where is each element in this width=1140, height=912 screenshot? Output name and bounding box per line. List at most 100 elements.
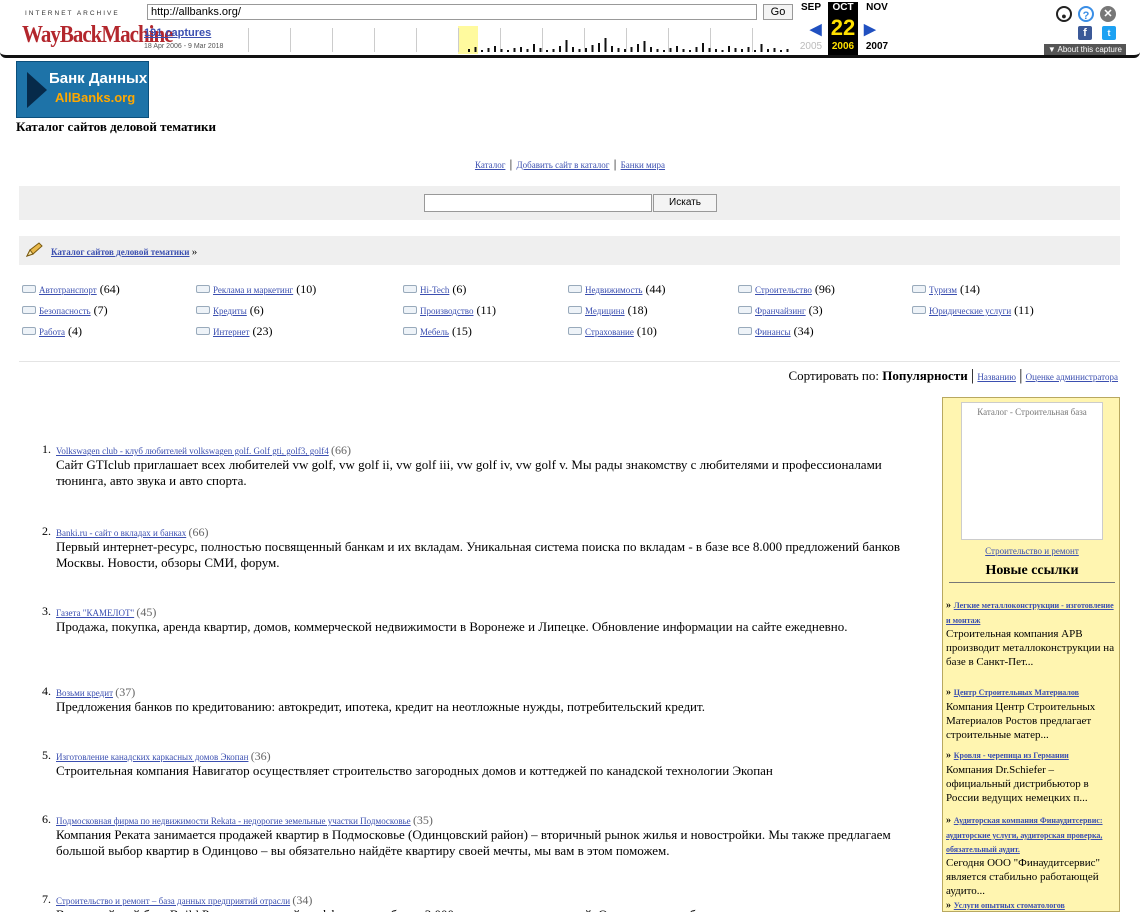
category-link[interactable]: Медицина xyxy=(585,306,625,316)
list-item-description: Первый интернет-ресурс, полностью посвящ… xyxy=(56,539,901,570)
prev-capture-arrow-icon[interactable]: ◀ xyxy=(810,20,822,38)
category-item: Интернет (23) xyxy=(196,324,273,339)
nav-catalog[interactable]: Каталог xyxy=(475,160,505,170)
category-link[interactable]: Кредиты xyxy=(213,306,247,316)
category-arrow-icon xyxy=(22,285,36,294)
category-count: (11) xyxy=(1014,303,1034,317)
sparkline-year-tick xyxy=(626,28,627,52)
list-item-link[interactable]: Возьми кредит xyxy=(56,688,113,698)
wayback-logo[interactable]: INTERNET ARCHIVE WayBackMachine xyxy=(22,6,174,48)
category-link[interactable]: Реклама и маркетинг xyxy=(213,285,293,295)
list-item-link[interactable]: Газета "КАМЕЛОТ" xyxy=(56,608,134,618)
category-item: Медицина (18) xyxy=(568,303,648,318)
close-icon[interactable]: ✕ xyxy=(1100,6,1116,22)
list-item-count: (66) xyxy=(188,525,209,539)
category-link[interactable]: Мебель xyxy=(420,327,449,337)
search-button[interactable]: Искать xyxy=(653,194,717,212)
pencil-icon xyxy=(26,242,43,257)
category-arrow-icon xyxy=(403,327,417,336)
category-link[interactable]: Туризм xyxy=(929,285,957,295)
list-item-header: Газета "КАМЕЛОТ" (45) xyxy=(56,605,156,620)
account-icon[interactable]: ● xyxy=(1056,6,1072,22)
sparkline-bar xyxy=(578,49,581,52)
sidebar-link-bullet: » xyxy=(946,687,951,698)
wayback-url-input[interactable]: http://allbanks.org/ xyxy=(147,4,757,20)
next-month[interactable]: NOV xyxy=(862,2,892,13)
sidebar-link-description: Сегодня ООО "Финаудитсервис" является ст… xyxy=(946,857,1101,897)
sparkline-bar xyxy=(604,38,607,52)
list-item-link[interactable]: Подмосковная фирма по недвижимости Rekat… xyxy=(56,816,411,826)
list-item-link[interactable]: Строительство и ремонт – база данных пре… xyxy=(56,896,290,906)
sidebar-link[interactable]: Услуги опытных стоматологов xyxy=(954,901,1065,910)
sparkline-bar xyxy=(546,50,548,52)
sparkline-bar xyxy=(598,43,600,52)
wayback-captures-link[interactable]: 191 captures xyxy=(144,27,211,39)
category-arrow-icon xyxy=(568,285,582,294)
next-capture-arrow-icon[interactable]: ▶ xyxy=(864,20,876,38)
category-count: (4) xyxy=(68,324,82,338)
sparkline-year-tick xyxy=(290,28,291,52)
sort-active: Популярности xyxy=(882,368,968,383)
prev-year[interactable]: 2005 xyxy=(796,41,826,52)
category-link[interactable]: Строительство xyxy=(755,285,812,295)
wayback-capture-sparkline[interactable] xyxy=(240,26,795,54)
sparkline-bar xyxy=(773,48,776,52)
category-item: Недвижимость (44) xyxy=(568,282,666,297)
category-item: Страхование (10) xyxy=(568,324,657,339)
list-item-link[interactable]: Изготовление канадских каркасных домов Э… xyxy=(56,752,248,762)
list-item-number: 5. xyxy=(42,748,51,762)
list-item-description: Предложения банков по кредитованию: авто… xyxy=(56,699,705,714)
category-link[interactable]: Страхование xyxy=(585,327,634,337)
list-item-link[interactable]: Banki.ru - сайт о вкладах и банках xyxy=(56,528,186,538)
category-link[interactable]: Автотранспорт xyxy=(39,285,97,295)
list-item-link[interactable]: Volkswagen club - клуб любителей volkswa… xyxy=(56,446,329,456)
sidebar-link[interactable]: Легкие металлоконструкции - изготовление… xyxy=(946,601,1114,625)
sidebar-link[interactable]: Центр Строительных Материалов xyxy=(954,688,1079,697)
sort-by-admin-rating[interactable]: Оценке администратора xyxy=(1026,372,1118,382)
category-link[interactable]: Финансы xyxy=(755,327,791,337)
list-item-header: Строительство и ремонт – база данных пре… xyxy=(56,893,312,908)
category-link[interactable]: Hi-Tech xyxy=(420,285,449,295)
sparkline-bar xyxy=(767,49,769,52)
search-input[interactable] xyxy=(424,194,652,212)
category-link[interactable]: Юридические услуги xyxy=(929,306,1011,316)
sort-separator: | xyxy=(970,367,975,384)
category-link[interactable]: Франчайзинг xyxy=(755,306,806,316)
logo-line2: AllBanks.org xyxy=(55,90,136,105)
site-logo[interactable]: Банк Данных AllBanks.org xyxy=(16,61,149,118)
wayback-right-controls: ● ? ✕ f t ▼ About this capture xyxy=(1006,4,1126,56)
site-subtitle: Каталог сайтов деловой тематики xyxy=(16,119,217,134)
facebook-icon[interactable]: f xyxy=(1078,26,1092,40)
help-icon[interactable]: ? xyxy=(1078,6,1094,22)
sort-by-name[interactable]: Названию xyxy=(977,372,1016,382)
category-arrow-icon xyxy=(912,306,926,315)
wayback-go-button[interactable]: Go xyxy=(763,4,793,20)
twitter-icon[interactable]: t xyxy=(1102,26,1116,40)
sparkline-bar xyxy=(617,48,620,52)
wayback-calendar-nav: SEP OCT NOV ◀ 22 ▶ 2005 2006 2007 xyxy=(796,0,896,56)
sidebar-link-bullet: » xyxy=(946,900,951,911)
category-link[interactable]: Безопасность xyxy=(39,306,91,316)
breadcrumb-link[interactable]: Каталог сайтов деловой тематики xyxy=(51,247,190,257)
nav-world-banks[interactable]: Банки мира xyxy=(621,160,665,170)
sidebar-link-description: Строительная компания АРВ производит мет… xyxy=(946,628,1115,668)
category-item: Финансы (34) xyxy=(738,324,814,339)
prev-month[interactable]: SEP xyxy=(796,2,826,13)
category-link[interactable]: Работа xyxy=(39,327,65,337)
category-arrow-icon xyxy=(912,285,926,294)
nav-add-site[interactable]: Добавить сайт в каталог xyxy=(517,160,610,170)
sidebar-image-placeholder[interactable]: Каталог - Строительная база xyxy=(961,402,1103,540)
sidebar-link-item: » Аудиторская компания Финаудитсервис: а… xyxy=(946,813,1118,898)
sidebar-image-link[interactable]: Строительство и ремонт xyxy=(943,546,1119,556)
sparkline-bar xyxy=(572,47,574,52)
next-year[interactable]: 2007 xyxy=(862,41,892,52)
sidebar-link[interactable]: Аудиторская компания Финаудитсервис: ауд… xyxy=(946,816,1103,854)
list-item-description: Строительная компания Навигатор осуществ… xyxy=(56,763,773,778)
category-link[interactable]: Недвижимость xyxy=(585,285,643,295)
sidebar-link[interactable]: Кровля - черепица из Германии xyxy=(954,751,1069,760)
category-link[interactable]: Производство xyxy=(420,306,474,316)
about-capture-button[interactable]: ▼ About this capture xyxy=(1043,44,1126,55)
current-year: 2006 xyxy=(828,41,858,55)
category-link[interactable]: Интернет xyxy=(213,327,250,337)
sparkline-bar xyxy=(500,49,503,52)
